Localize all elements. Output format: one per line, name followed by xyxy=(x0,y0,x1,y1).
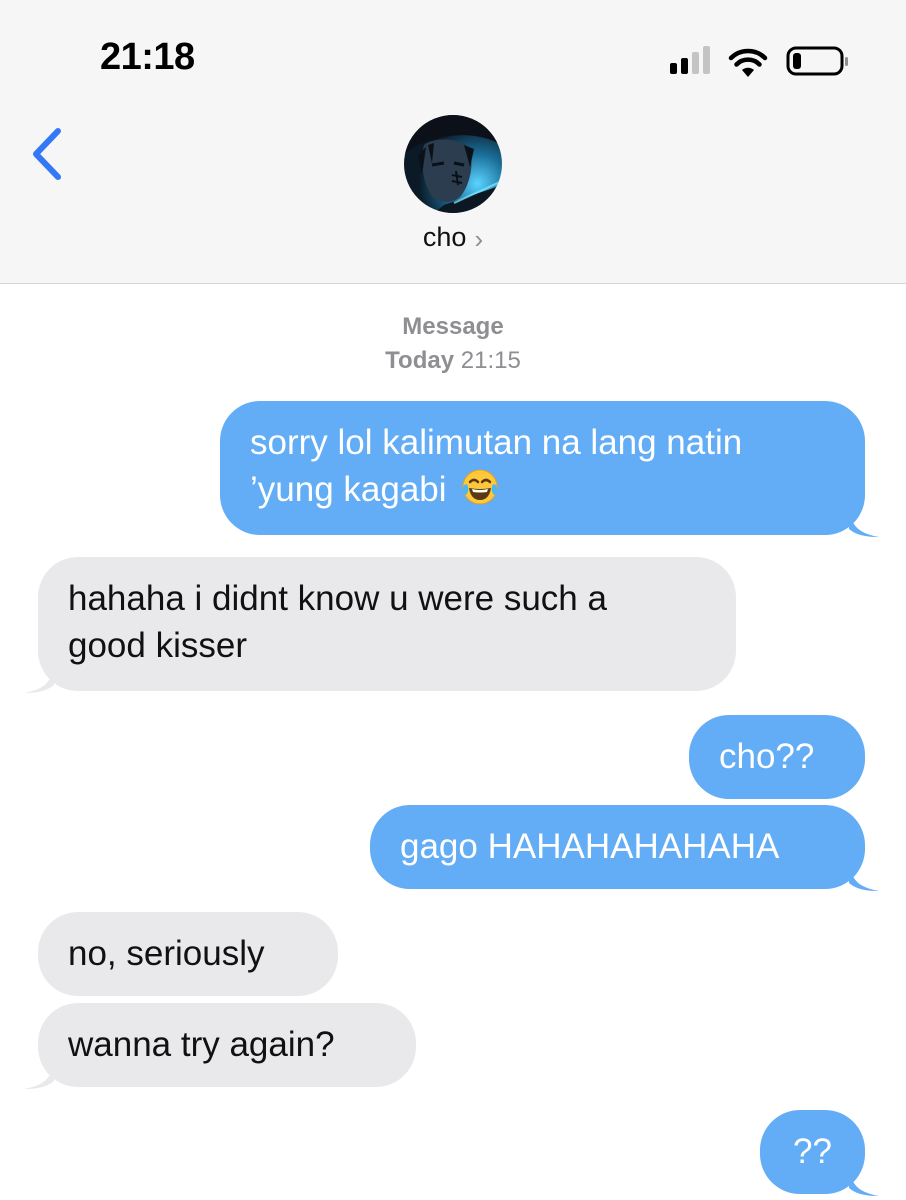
message-bubble-received[interactable]: hahaha i didnt know u were such a good k… xyxy=(24,557,736,693)
bubble-tail xyxy=(24,1059,54,1089)
service-label: Message xyxy=(402,313,504,340)
battery-icon xyxy=(786,46,848,76)
message-text: no, seriously xyxy=(68,934,265,973)
message-bubble-sent[interactable]: sorry lol kalimutan na lang natin ’yung … xyxy=(220,401,879,537)
conversation-header: 21:18 cho › xyxy=(0,0,906,284)
message-text-line: ’yung kagabi xyxy=(250,466,835,513)
bubble-tail xyxy=(849,861,879,891)
bubble-tail xyxy=(849,1166,879,1196)
message-text-line: sorry lol kalimutan na lang natin xyxy=(250,423,743,462)
back-button[interactable] xyxy=(28,125,68,183)
cellular-signal-icon xyxy=(670,44,710,74)
message-text-line: hahaha i didnt know u were such a xyxy=(68,579,607,618)
message-text: cho?? xyxy=(719,737,815,776)
contact-name-button[interactable]: cho › xyxy=(0,222,906,253)
timestamp-time: 21:15 xyxy=(460,347,521,374)
message-bubble-received[interactable]: wanna try again? xyxy=(24,1003,416,1089)
status-time: 21:18 xyxy=(100,36,195,78)
contact-avatar[interactable] xyxy=(404,115,502,213)
message-text: gago HAHAHAHAHAHA xyxy=(400,827,780,866)
message-bubble-sent[interactable]: gago HAHAHAHAHAHA xyxy=(370,805,879,891)
message-bubble-sent[interactable]: ?? xyxy=(760,1110,879,1196)
contact-name: cho xyxy=(422,222,467,252)
bubble-tail xyxy=(24,663,54,693)
bubble-tail xyxy=(849,507,879,537)
wifi-icon xyxy=(728,48,768,77)
message-text-line: good kisser xyxy=(68,626,247,665)
message-bubble-received[interactable]: no, seriously xyxy=(38,912,338,996)
timestamp-day: Today xyxy=(385,347,455,374)
message-text: wanna try again? xyxy=(68,1025,335,1064)
message-bubble-sent[interactable]: cho?? xyxy=(689,715,865,799)
chevron-right-icon: › xyxy=(474,223,484,254)
status-icons xyxy=(670,42,850,78)
timestamp: Today 21:15 xyxy=(0,347,906,375)
face-with-tears-of-joy-icon xyxy=(462,469,498,505)
